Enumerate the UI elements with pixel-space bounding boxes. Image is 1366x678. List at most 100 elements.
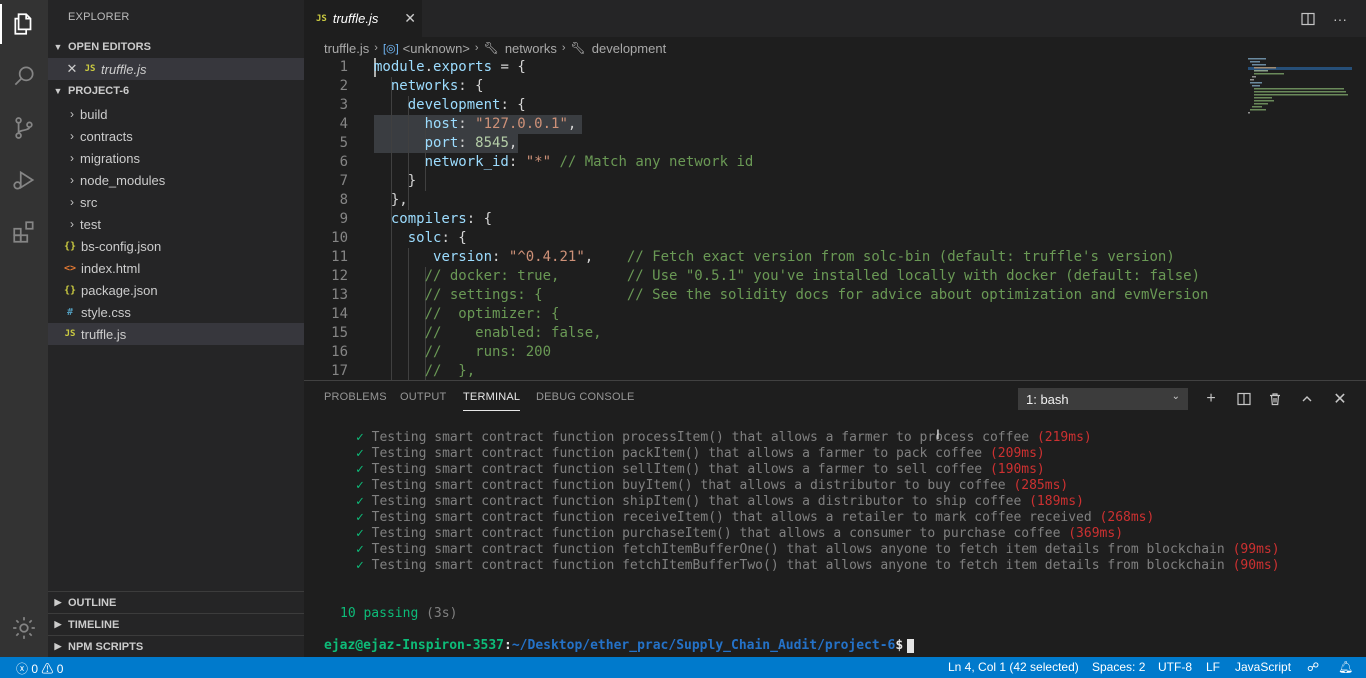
chevron-right-icon: ›	[70, 195, 74, 209]
breadcrumb-unknown[interactable]: <unknown>	[403, 41, 470, 56]
chevron-right-icon: ›	[474, 42, 479, 54]
code-line[interactable]: 17 // },	[304, 362, 1244, 380]
language-mode[interactable]: JavaScript	[1235, 660, 1291, 674]
breadcrumb-development[interactable]: development	[592, 41, 666, 56]
terminal-prompt[interactable]: ejaz@ejaz-Inspiron-3537:~/Desktop/ether_…	[324, 638, 915, 653]
code-line[interactable]: 6 network_id: "*" // Match any network i…	[304, 153, 1244, 172]
open-editors-header[interactable]: ▼ OPEN EDITORS	[48, 36, 304, 58]
code-line[interactable]: 8 },	[304, 191, 1244, 210]
code-line[interactable]: 4 host: "127.0.0.1",	[304, 115, 1244, 134]
file-index-html[interactable]: <> index.html	[48, 257, 304, 279]
line-number: 5	[339, 135, 348, 151]
test-duration: (268ms)	[1099, 510, 1155, 525]
line-number: 14	[331, 306, 348, 322]
code-line[interactable]: 3 development: {	[304, 96, 1244, 115]
line-code: module.exports = {	[374, 59, 526, 75]
code-line[interactable]: 5 port: 8545,	[304, 134, 1244, 153]
terminal-cursor	[907, 638, 915, 653]
css-file-icon: #	[66, 306, 74, 318]
folder-migrations[interactable]: › migrations	[48, 147, 304, 169]
test-description: Testing smart contract function fetchIte…	[371, 558, 1233, 573]
close-icon[interactable]: ✕	[404, 10, 416, 27]
code-line[interactable]: 13 // settings: { // See the solidity do…	[304, 286, 1244, 305]
indentation[interactable]: Spaces: 2	[1092, 660, 1145, 674]
folder-test[interactable]: › test	[48, 213, 304, 235]
timeline-label: TIMELINE	[68, 618, 120, 631]
code-editor[interactable]: 1 module.exports = {2 networks: {3 develo…	[304, 58, 1244, 380]
more-actions-icon[interactable]: ···	[1330, 9, 1350, 29]
code-line[interactable]: 11 version: "^0.4.21", // Fetch exact ve…	[304, 248, 1244, 267]
line-code: // },	[424, 363, 476, 379]
file-label: bs-config.json	[81, 238, 162, 254]
line-code: version: "^0.4.21", // Fetch exact versi…	[433, 249, 1175, 265]
encoding[interactable]: UTF-8	[1158, 660, 1192, 674]
code-line[interactable]: 12 // docker: true, // Use "0.5.1" you'v…	[304, 267, 1244, 286]
test-result-line: ✓ Testing smart contract function purcha…	[356, 526, 1123, 542]
end-of-line[interactable]: LF	[1206, 660, 1220, 674]
problems-status[interactable]: ⓧ 0 ⚠ 0	[16, 660, 63, 677]
code-line[interactable]: 14 // optimizer: {	[304, 305, 1244, 324]
error-count: 0	[31, 662, 39, 676]
line-number: 4	[339, 116, 348, 132]
folder-label: migrations	[80, 150, 140, 166]
code-line[interactable]: 1 module.exports = {	[304, 58, 1244, 77]
run-debug-icon[interactable]	[0, 156, 48, 204]
code-line[interactable]: 16 // runs: 200	[304, 343, 1244, 362]
timeline-section[interactable]: ▶ TIMELINE	[48, 613, 304, 635]
tab-problems[interactable]: PROBLEMS	[324, 391, 387, 403]
wrench-icon: 🔧︎	[483, 41, 499, 55]
warning-icon: ⚠	[41, 662, 54, 676]
line-code: host: "127.0.0.1",	[424, 116, 577, 132]
outline-section[interactable]: ▶ OUTLINE	[48, 591, 304, 613]
json-file-icon: {}	[63, 284, 77, 296]
code-line[interactable]: 7 }	[304, 172, 1244, 191]
folder-node-modules[interactable]: › node_modules	[48, 169, 304, 191]
code-line[interactable]: 2 networks: {	[304, 77, 1244, 96]
split-terminal-icon[interactable]	[1234, 389, 1254, 409]
editor-scrollbar[interactable]	[1352, 58, 1366, 380]
line-code: port: 8545,	[424, 135, 518, 151]
check-icon: ✓	[356, 462, 372, 477]
split-editor-icon[interactable]	[1298, 9, 1318, 29]
folder-contracts[interactable]: › contracts	[48, 125, 304, 147]
prompt-symbol: $	[895, 638, 904, 653]
source-control-icon[interactable]	[0, 104, 48, 152]
code-line[interactable]: 15 // enabled: false,	[304, 324, 1244, 343]
file-package-json[interactable]: {} package.json	[48, 279, 304, 301]
project-header[interactable]: ▼ PROJECT-6	[48, 80, 304, 102]
minimap[interactable]	[1244, 58, 1356, 380]
file-style-css[interactable]: # style.css	[48, 301, 304, 323]
extensions-icon[interactable]	[0, 208, 48, 256]
npm-scripts-section[interactable]: ▶ NPM SCRIPTS	[48, 635, 304, 657]
folder-src[interactable]: › src	[48, 191, 304, 213]
tab-output[interactable]: OUTPUT	[400, 391, 446, 403]
tab-truffle-js[interactable]: JS truffle.js ✕	[304, 0, 422, 37]
explorer-icon[interactable]	[0, 0, 48, 48]
new-terminal-icon[interactable]: +	[1201, 389, 1221, 409]
js-file-icon: JS	[316, 13, 327, 24]
feedback-icon[interactable]: ☍	[1307, 660, 1319, 674]
folder-build[interactable]: › build	[48, 103, 304, 125]
tab-terminal[interactable]: TERMINAL	[463, 391, 521, 411]
check-icon: ✓	[356, 478, 372, 493]
code-line[interactable]: 10 solc: {	[304, 229, 1244, 248]
line-code: // runs: 200	[424, 344, 552, 360]
open-editor-label: truffle.js	[101, 61, 147, 77]
trash-icon[interactable]	[1265, 389, 1285, 409]
cursor-position[interactable]: Ln 4, Col 1 (42 selected)	[948, 660, 1079, 674]
js-file-icon: JS	[64, 329, 76, 339]
maximize-panel-icon[interactable]	[1297, 389, 1317, 409]
close-icon[interactable]: ✕	[64, 61, 80, 77]
file-bs-config[interactable]: {} bs-config.json	[48, 235, 304, 257]
bell-icon[interactable]: 🔔︎	[1338, 660, 1353, 674]
breadcrumb-file[interactable]: truffle.js	[324, 41, 369, 56]
close-panel-icon[interactable]: ✕	[1330, 389, 1350, 409]
search-icon[interactable]	[0, 52, 48, 100]
open-editor-item[interactable]: ✕ JS truffle.js	[48, 58, 304, 80]
file-truffle-js[interactable]: JS truffle.js	[48, 323, 304, 345]
code-line[interactable]: 9 compilers: {	[304, 210, 1244, 229]
manage-gear-icon[interactable]	[0, 604, 48, 652]
tab-debug-console[interactable]: DEBUG CONSOLE	[536, 391, 635, 403]
terminal-select[interactable]: 1: bash ⌄	[1018, 388, 1188, 410]
breadcrumb-networks[interactable]: networks	[505, 41, 557, 56]
